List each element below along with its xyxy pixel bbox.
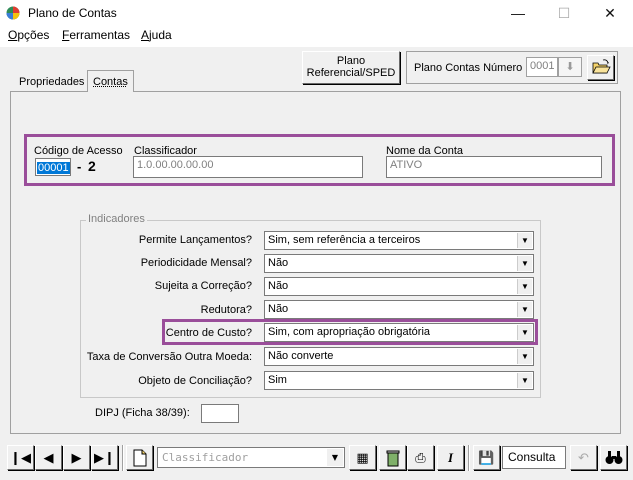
close-button[interactable]: ✕ bbox=[587, 0, 633, 27]
chevron-down-icon: ▼ bbox=[517, 279, 532, 294]
menu-ajuda[interactable]: Ajuda bbox=[141, 28, 172, 42]
open-folder-button[interactable] bbox=[587, 55, 614, 80]
redutora-label: Redutora? bbox=[200, 304, 252, 316]
first-icon: ❙◀ bbox=[10, 450, 31, 465]
binoculars-icon bbox=[605, 451, 622, 464]
redutora-select[interactable]: Não ▼ bbox=[264, 300, 534, 319]
chevron-down-icon: ▼ bbox=[517, 325, 532, 340]
save-button[interactable]: 💾 bbox=[473, 445, 500, 470]
codigo-acesso-value: 00001 bbox=[37, 162, 70, 174]
tab-propriedades[interactable]: Propriedades bbox=[14, 72, 89, 92]
codigo-acesso-label: Código de Acesso bbox=[34, 145, 123, 157]
plano-contas-spin-icon[interactable]: ⬇ bbox=[558, 57, 582, 77]
dipj-label: DIPJ (Ficha 38/39): bbox=[95, 407, 190, 419]
print-button[interactable]: ⎙ bbox=[407, 445, 434, 470]
taxa-conversao-value: Não converte bbox=[268, 350, 334, 362]
info-button[interactable]: I bbox=[437, 445, 464, 470]
new-record-button[interactable] bbox=[126, 445, 153, 470]
delete-button[interactable] bbox=[379, 445, 406, 470]
periodicidade-mensal-select[interactable]: Não ▼ bbox=[264, 254, 534, 273]
classificador-search-combo[interactable]: Classificador ▼ bbox=[157, 447, 345, 468]
plano-contas-number-input[interactable]: 0001 bbox=[526, 57, 558, 77]
maximize-button[interactable]: ☐ bbox=[541, 0, 587, 27]
plano-referencial-label-1: Plano bbox=[336, 55, 366, 67]
plano-contas-label: Plano Contas Número bbox=[414, 62, 523, 74]
chevron-down-icon: ▼ bbox=[517, 302, 532, 317]
centro-custo-value: Sim, com apropriação obrigatória bbox=[268, 326, 431, 338]
prev-icon: ◀ bbox=[43, 450, 54, 465]
chevron-down-icon: ▼ bbox=[327, 449, 343, 466]
find-replace-icon: ▦ bbox=[356, 450, 369, 465]
plano-referencial-button[interactable]: Plano Referencial/SPED bbox=[302, 51, 400, 84]
menu-opcoes[interactable]: Opções bbox=[8, 28, 49, 42]
sujeita-correcao-value: Não bbox=[268, 280, 289, 292]
objeto-conciliacao-select[interactable]: Sim ▼ bbox=[264, 371, 534, 390]
first-record-button[interactable]: ❙◀ bbox=[7, 445, 34, 470]
taxa-conversao-select[interactable]: Não converte ▼ bbox=[264, 347, 534, 366]
codigo-acesso-input[interactable]: 00001 bbox=[35, 158, 71, 176]
classificador-search-placeholder: Classificador bbox=[162, 451, 249, 464]
periodicidade-mensal-label: Periodicidade Mensal? bbox=[140, 257, 252, 269]
chevron-down-icon: ▼ bbox=[517, 256, 532, 271]
periodicidade-mensal-value: Não bbox=[268, 257, 289, 269]
tab-contas-label: Contas bbox=[93, 76, 128, 88]
new-document-icon bbox=[133, 449, 146, 467]
menu-ferramentas[interactable]: Ferramentas bbox=[62, 28, 130, 42]
objeto-conciliacao-label: Objeto de Conciliação? bbox=[138, 375, 252, 387]
centro-custo-select[interactable]: Sim, com apropriação obrigatória ▼ bbox=[264, 323, 534, 342]
toolbar-separator bbox=[468, 445, 470, 471]
italic-i-icon: I bbox=[447, 450, 454, 465]
mode-status-box: Consulta bbox=[502, 446, 566, 469]
last-icon: ▶❙ bbox=[94, 450, 115, 465]
sujeita-correcao-label: Sujeita a Correção? bbox=[154, 280, 252, 292]
taxa-conversao-label: Taxa de Conversão Outra Moeda: bbox=[86, 351, 252, 363]
last-record-button[interactable]: ▶❙ bbox=[91, 445, 118, 470]
find-replace-button[interactable]: ▦ bbox=[349, 445, 376, 470]
redutora-value: Não bbox=[268, 303, 289, 315]
next-record-button[interactable]: ▶ bbox=[63, 445, 90, 470]
sujeita-correcao-select[interactable]: Não ▼ bbox=[264, 277, 534, 296]
undo-icon: ↶ bbox=[578, 450, 589, 465]
search-button[interactable] bbox=[600, 445, 627, 470]
codigo-dash: - bbox=[77, 159, 82, 174]
chevron-down-icon: ▼ bbox=[517, 233, 532, 248]
prev-record-button[interactable]: ◀ bbox=[35, 445, 62, 470]
permite-lancamentos-label: Permite Lançamentos? bbox=[138, 234, 252, 246]
tab-contas[interactable]: Contas bbox=[87, 70, 134, 92]
open-folder-icon bbox=[592, 59, 611, 74]
chevron-down-icon: ▼ bbox=[517, 349, 532, 364]
printer-icon: ⎙ bbox=[415, 450, 426, 465]
undo-button[interactable]: ↶ bbox=[570, 445, 597, 470]
trash-icon bbox=[386, 450, 399, 467]
next-icon: ▶ bbox=[71, 450, 82, 465]
objeto-conciliacao-value: Sim bbox=[268, 374, 287, 386]
centro-custo-label: Centro de Custo? bbox=[165, 327, 252, 339]
dipj-input[interactable] bbox=[201, 404, 239, 423]
app-icon bbox=[6, 6, 20, 20]
toolbar-separator bbox=[122, 445, 124, 471]
plano-referencial-label-2: Referencial/SPED bbox=[306, 67, 396, 79]
indicadores-title: Indicadores bbox=[86, 213, 147, 225]
permite-lancamentos-select[interactable]: Sim, sem referência a terceiros ▼ bbox=[264, 231, 534, 250]
classificador-input[interactable]: 1.0.00.00.00.00 bbox=[133, 156, 363, 178]
nome-conta-input[interactable]: ATIVO bbox=[386, 156, 602, 178]
chevron-down-icon: ▼ bbox=[517, 373, 532, 388]
window-title: Plano de Contas bbox=[28, 6, 117, 20]
codigo-check-digit: 2 bbox=[88, 158, 96, 174]
floppy-disk-icon: 💾 bbox=[478, 450, 495, 465]
permite-lancamentos-value: Sim, sem referência a terceiros bbox=[268, 234, 421, 246]
minimize-button[interactable]: — bbox=[495, 0, 541, 27]
